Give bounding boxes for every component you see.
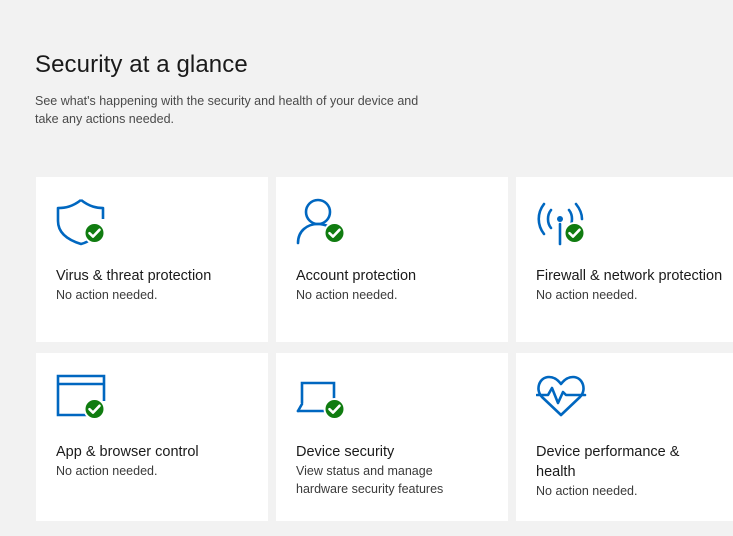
- browser-window-icon: [56, 373, 108, 425]
- wifi-antenna-icon: [536, 197, 588, 249]
- tile-title: Device security: [296, 444, 395, 460]
- check-badge-icon: [323, 398, 346, 420]
- tile-title: Device performance & health: [536, 444, 680, 480]
- tile-device-security[interactable]: Device security View status and manage h…: [276, 353, 508, 521]
- tile-app-browser-control[interactable]: App & browser control No action needed.: [36, 353, 268, 521]
- tile-status: No action needed.: [536, 288, 638, 302]
- tile-device-performance-health[interactable]: Device performance & health No action ne…: [516, 353, 733, 521]
- heart-pulse-icon: [535, 373, 588, 425]
- tile-firewall-network-protection[interactable]: Firewall & network protection No action …: [516, 177, 733, 342]
- tile-status: No action needed.: [56, 464, 158, 478]
- tile-status: No action needed.: [536, 484, 638, 498]
- tile-account-protection[interactable]: Account protection No action needed.: [276, 177, 508, 342]
- tile-virus-threat-protection[interactable]: Virus & threat protection No action need…: [36, 177, 268, 342]
- tile-title: Firewall & network protection: [536, 268, 723, 284]
- check-badge-icon: [83, 222, 106, 244]
- tile-status: No action needed.: [296, 288, 398, 302]
- tile-title: Account protection: [296, 268, 417, 284]
- check-badge-icon: [563, 222, 586, 244]
- laptop-icon: [296, 373, 348, 425]
- tile-title: Virus & threat protection: [56, 268, 212, 284]
- person-icon: [296, 197, 348, 249]
- tile-status: No action needed.: [56, 288, 158, 302]
- page-subtitle: See what's happening with the security a…: [35, 94, 419, 126]
- check-badge-icon: [323, 222, 346, 244]
- page-title: Security at a glance: [35, 51, 248, 78]
- shield-icon: [56, 197, 108, 249]
- tile-title: App & browser control: [56, 444, 199, 460]
- tile-status: View status and manage hardware security…: [296, 464, 444, 496]
- check-badge-icon: [83, 398, 106, 420]
